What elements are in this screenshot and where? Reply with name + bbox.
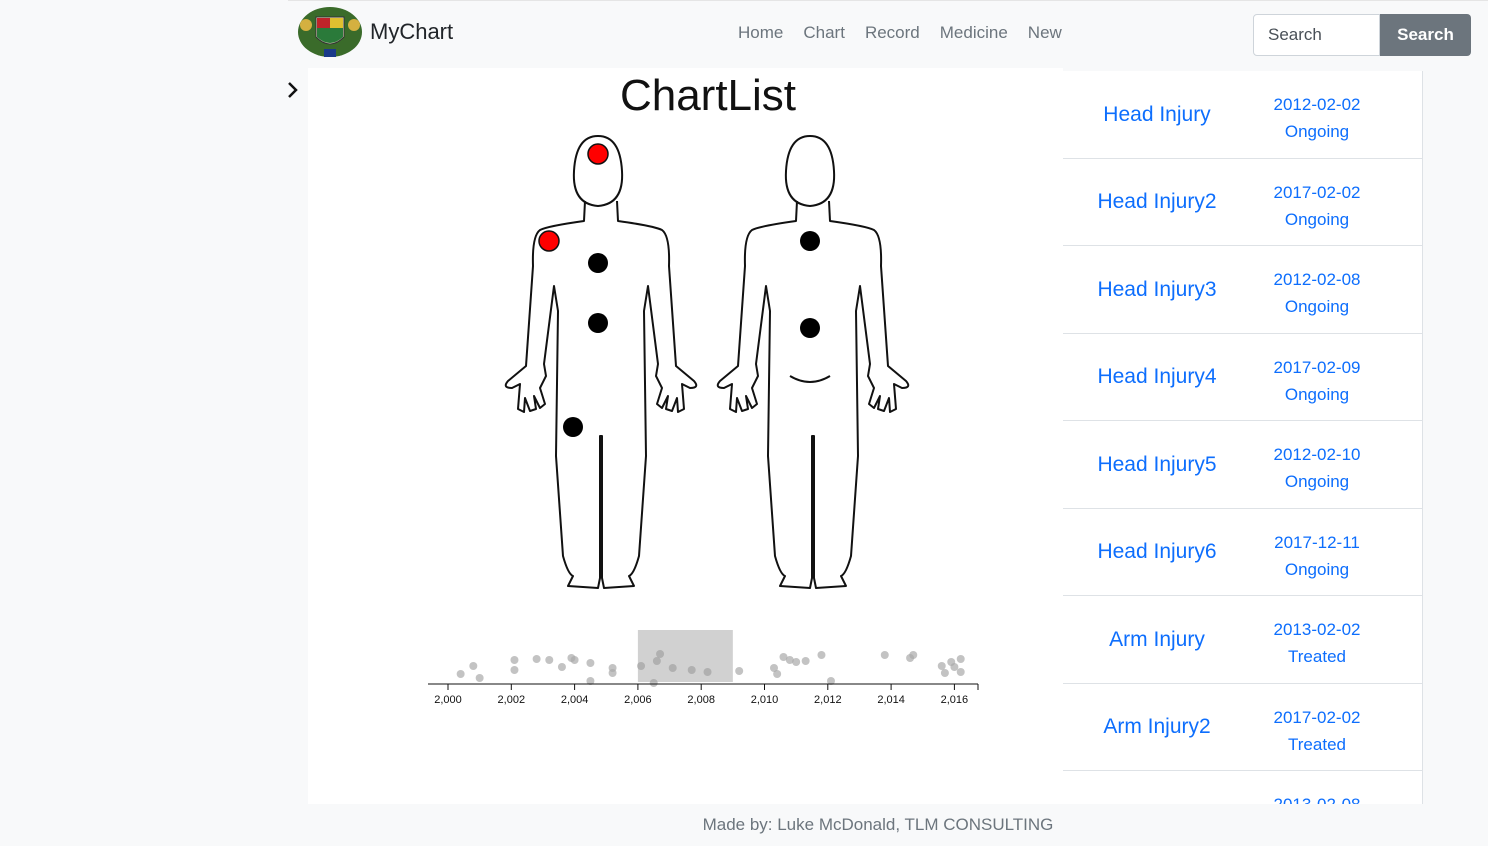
injury-status: Ongoing bbox=[1284, 122, 1350, 141]
timeline-dot bbox=[510, 666, 519, 674]
injury-marker-chest[interactable] bbox=[588, 253, 608, 273]
injury-status: Ongoing bbox=[1284, 472, 1350, 491]
timeline-tick-label: 2,010 bbox=[751, 694, 779, 706]
injury-status: Ongoing bbox=[1284, 297, 1350, 316]
timeline-dot bbox=[456, 670, 465, 678]
brand[interactable]: MyChart bbox=[296, 5, 453, 59]
injury-status: Ongoing bbox=[1284, 209, 1350, 229]
timeline-tick-label: 2,006 bbox=[624, 694, 652, 706]
injury-date: 2013-02-02 bbox=[1273, 620, 1361, 639]
injury-list-item[interactable]: Arm Injury32013-02-08 bbox=[1063, 771, 1422, 804]
injury-list-item[interactable]: Arm Injury 2013-02-02 Treated bbox=[1063, 596, 1422, 684]
injury-list: Head Injury 2012-02-02 Ongoing Head Injury2… bbox=[1063, 71, 1423, 804]
nav-home[interactable]: Home bbox=[738, 23, 783, 43]
timeline-dot bbox=[880, 651, 889, 659]
injury-date: 2017-12-11 bbox=[1274, 532, 1360, 552]
timeline-dot bbox=[557, 663, 566, 671]
timeline-dot bbox=[940, 669, 949, 677]
nav-new[interactable]: New bbox=[1028, 23, 1062, 43]
timeline-dot bbox=[956, 655, 965, 663]
injury-name[interactable]: Arm Injury2 bbox=[1063, 684, 1251, 771]
injury-name[interactable]: Head Injury2 bbox=[1063, 159, 1251, 246]
search-button[interactable]: Search bbox=[1380, 14, 1471, 56]
timeline-dot bbox=[586, 659, 595, 667]
injury-list-item[interactable]: Arm Injury2 2017-02-02 Treated bbox=[1063, 684, 1422, 771]
injury-status: Ongoing bbox=[1284, 559, 1350, 579]
timeline-dot bbox=[817, 651, 826, 659]
injury-name[interactable]: Head Injury5 bbox=[1063, 421, 1251, 508]
injury-status: Treated bbox=[1288, 647, 1346, 666]
timeline-dot bbox=[937, 662, 946, 670]
timeline-dot bbox=[909, 651, 918, 659]
injury-date: 2012-02-02 bbox=[1273, 95, 1361, 114]
timeline-dot bbox=[532, 655, 541, 663]
injury-status: Treated bbox=[1288, 734, 1346, 754]
injury-marker-abdomen[interactable] bbox=[588, 313, 608, 333]
injury-status: Ongoing bbox=[1284, 384, 1350, 404]
nav-chart[interactable]: Chart bbox=[803, 23, 845, 43]
injury-name[interactable]: Head Injury4 bbox=[1063, 334, 1251, 421]
injury-marker-back-lower[interactable] bbox=[800, 318, 820, 338]
timeline-dot bbox=[950, 663, 959, 671]
injury-list-item[interactable]: Head Injury 2012-02-02 Ongoing bbox=[1063, 71, 1422, 159]
timeline-dot bbox=[773, 670, 782, 678]
injury-marker-thigh[interactable] bbox=[563, 417, 583, 437]
timeline-dot bbox=[545, 656, 554, 664]
navbar: MyChart Home Chart Record Medicine New S… bbox=[288, 0, 1488, 68]
injury-name[interactable]: Head Injury3 bbox=[1063, 246, 1251, 333]
timeline-dot bbox=[510, 656, 519, 664]
injury-list-item[interactable]: Head Injury6 2017-12-11 Ongoing bbox=[1063, 509, 1422, 596]
timeline-dot bbox=[608, 669, 617, 677]
page-title: ChartList bbox=[619, 71, 797, 120]
injury-date: 2012-02-10 bbox=[1273, 445, 1361, 464]
injury-date: 2012-02-08 bbox=[1273, 270, 1361, 289]
nav-record[interactable]: Record bbox=[865, 23, 920, 43]
footer: Made by: Luke McDonald, TLM CONSULTING bbox=[308, 804, 1488, 840]
back-body-figure bbox=[716, 135, 910, 589]
timeline-dot bbox=[475, 674, 484, 682]
injury-list-item[interactable]: Head Injury2 2017-02-02 Ongoing bbox=[1063, 159, 1422, 246]
injury-name[interactable]: Arm Injury bbox=[1063, 596, 1251, 683]
brand-name: MyChart bbox=[370, 19, 454, 44]
timeline-brush[interactable] bbox=[637, 630, 733, 682]
injury-date: 2017-02-09 bbox=[1273, 357, 1361, 377]
coat-of-arms-logo bbox=[298, 7, 362, 57]
nav-medicine[interactable]: Medicine bbox=[940, 23, 1008, 43]
timeline-tick-label: 2,000 bbox=[434, 694, 462, 706]
timeline-tick-label: 2,014 bbox=[877, 694, 905, 706]
chevron-right-icon[interactable] bbox=[284, 78, 304, 102]
timeline-dot bbox=[735, 667, 744, 675]
injury-date: 2017-02-02 bbox=[1273, 182, 1361, 202]
timeline-tick-label: 2,008 bbox=[687, 694, 715, 706]
timeline-chart[interactable]: 2,000 2,002 2,004 2,006 2,008 2,010 2,012 2,014… bbox=[408, 618, 1008, 738]
timeline-tick-label: 2,016 bbox=[941, 694, 969, 706]
timeline-ticks: 2,000 2,002 2,004 2,006 2,008 2,010 2,012 2,014… bbox=[434, 684, 979, 706]
timeline-dot bbox=[792, 658, 801, 666]
injury-date: 2013-02-08 bbox=[1245, 795, 1389, 804]
timeline-dot bbox=[801, 657, 810, 665]
injury-list-item[interactable]: Head Injury3 2012-02-08 Ongoing bbox=[1063, 246, 1422, 334]
timeline-tick-label: 2,002 bbox=[498, 694, 526, 706]
injury-marker-shoulder[interactable] bbox=[538, 230, 560, 252]
injury-marker-head[interactable] bbox=[587, 143, 609, 165]
injury-name[interactable]: Head Injury bbox=[1063, 71, 1251, 158]
timeline-dot bbox=[956, 668, 965, 676]
nav-links: Home Chart Record Medicine New bbox=[738, 23, 1062, 43]
timeline-tick-label: 2,004 bbox=[561, 694, 589, 706]
injury-date: 2017-02-02 bbox=[1273, 707, 1361, 727]
chart-panel: ChartList 2,000 2,002 2,004 2,006 2,008 2,010… bbox=[308, 68, 1063, 804]
body-diagram bbox=[504, 135, 910, 589]
timeline-dot bbox=[469, 662, 478, 670]
front-body-figure bbox=[504, 135, 698, 589]
timeline-dot bbox=[570, 656, 579, 664]
timeline-tick-label: 2,012 bbox=[814, 694, 842, 706]
injury-marker-back-upper[interactable] bbox=[800, 231, 820, 251]
injury-name[interactable]: Arm Injury3 bbox=[1063, 771, 1251, 805]
injury-list-item[interactable]: Head Injury5 2012-02-10 Ongoing bbox=[1063, 421, 1422, 509]
injury-list-item[interactable]: Head Injury4 2017-02-09 Ongoing bbox=[1063, 334, 1422, 421]
search-input[interactable] bbox=[1253, 14, 1380, 56]
injury-name[interactable]: Head Injury6 bbox=[1063, 509, 1251, 596]
